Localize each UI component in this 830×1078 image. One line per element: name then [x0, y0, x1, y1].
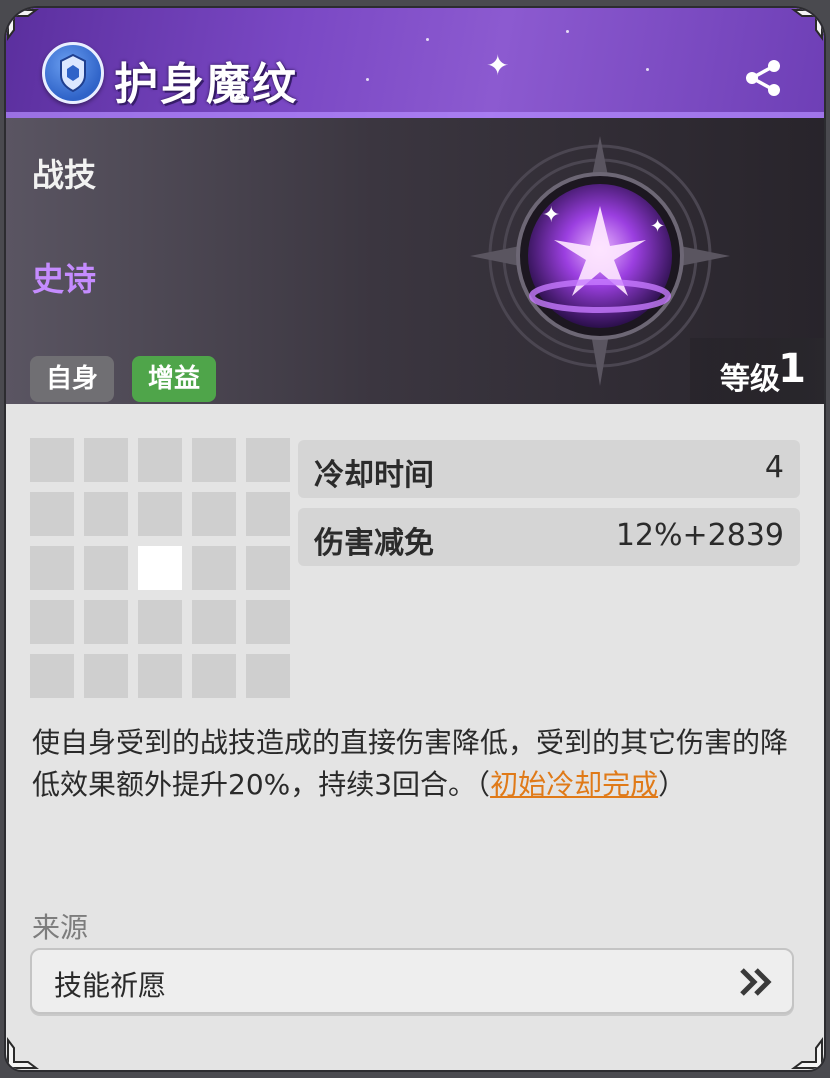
- range-cell: [246, 600, 290, 644]
- skill-card: ✦ 护身魔纹 战技 史诗 ✦ ✦ 自身 增益 等级 1 冷却时间 4 伤害减免 …: [4, 6, 826, 1072]
- range-cell: [192, 600, 236, 644]
- range-cell: [138, 438, 182, 482]
- range-cell: [192, 654, 236, 698]
- level-label: 等级: [720, 362, 780, 397]
- skill-hero: 战技 史诗 ✦ ✦ 自身 增益 等级 1: [6, 118, 824, 404]
- range-grid: [30, 438, 294, 702]
- shield-emblem-icon: [42, 42, 104, 104]
- range-cell: [246, 654, 290, 698]
- skill-description: 使自身受到的战技造成的直接伤害降低，受到的其它伤害的降低效果额外提升20%，持续…: [32, 722, 802, 806]
- tag-self: 自身: [30, 356, 115, 402]
- stat-value: 12%+2839: [615, 518, 784, 553]
- star-dot: [366, 78, 369, 81]
- range-cell: [84, 492, 128, 536]
- tag-buff: 增益: [132, 356, 217, 402]
- range-cell: [30, 546, 74, 590]
- range-cell: [84, 438, 128, 482]
- sparkle-icon: ✦: [486, 49, 510, 82]
- skill-type: 战技: [32, 156, 97, 194]
- range-cell: [138, 654, 182, 698]
- range-cell: [30, 492, 74, 536]
- double-chevron-right-icon: [740, 968, 772, 996]
- range-cell: [138, 492, 182, 536]
- stat-value: 4: [764, 450, 784, 485]
- stat-row-damage-reduction: 伤害减免 12%+2839: [298, 508, 800, 566]
- range-cell: [246, 546, 290, 590]
- stat-name: 伤害减免: [314, 526, 434, 561]
- stat-name: 冷却时间: [314, 458, 434, 493]
- range-cell: [84, 546, 128, 590]
- range-cell: [84, 600, 128, 644]
- star-dot: [566, 30, 569, 33]
- star-dot: [646, 68, 649, 71]
- stat-row-cooldown: 冷却时间 4: [298, 440, 800, 498]
- range-cell: [138, 600, 182, 644]
- skill-header: ✦ 护身魔纹: [6, 8, 824, 118]
- range-cell: [30, 600, 74, 644]
- skill-title: 护身魔纹: [114, 59, 298, 110]
- corner-ornament: [791, 1037, 823, 1069]
- star-dot: [426, 38, 429, 41]
- svg-text:✦: ✦: [650, 216, 665, 237]
- corner-ornament: [7, 9, 39, 41]
- svg-text:✦: ✦: [542, 203, 560, 228]
- range-cell-active: [138, 546, 182, 590]
- range-cell: [192, 438, 236, 482]
- share-icon[interactable]: [744, 58, 784, 98]
- range-cell: [246, 438, 290, 482]
- source-item-button[interactable]: 技能祈愿: [30, 948, 794, 1014]
- description-highlight-link[interactable]: 初始冷却完成: [490, 768, 658, 801]
- range-cell: [84, 654, 128, 698]
- range-cell: [246, 492, 290, 536]
- skill-rarity: 史诗: [32, 260, 97, 298]
- level-value: 1: [778, 346, 806, 392]
- source-item-label: 技能祈愿: [54, 969, 167, 1002]
- corner-ornament: [791, 9, 823, 41]
- range-cell: [192, 492, 236, 536]
- source-label: 来源: [32, 911, 89, 944]
- range-cell: [30, 654, 74, 698]
- range-cell: [30, 438, 74, 482]
- range-cell: [192, 546, 236, 590]
- corner-ornament: [7, 1037, 39, 1069]
- description-suffix: ）: [658, 768, 687, 801]
